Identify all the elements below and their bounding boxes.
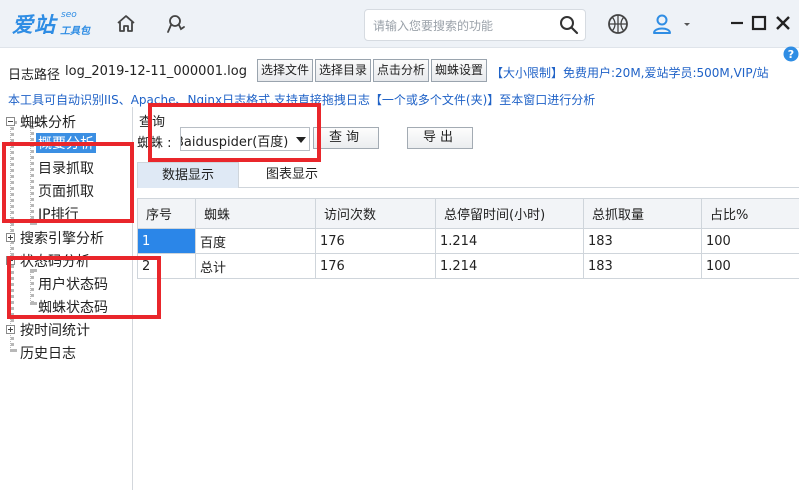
table-cell[interactable]: 1: [137, 228, 196, 254]
log-path-label: 日志路径: [8, 68, 61, 83]
user-icon[interactable]: [650, 12, 674, 36]
search-input[interactable]: [373, 16, 553, 36]
tree-item-time-statistics[interactable]: 按时间统计: [20, 320, 90, 340]
expand-toggle-icon[interactable]: [6, 325, 15, 334]
spider-select-value: Baiduspider(百度): [180, 135, 289, 150]
basketball-icon[interactable]: [606, 12, 630, 36]
tree-item-ip-ranking[interactable]: IP排行: [38, 204, 79, 224]
tree-item-search-engine-analysis[interactable]: 搜索引擎分析: [20, 228, 104, 248]
table-cell[interactable]: 176: [315, 253, 436, 279]
column-header[interactable]: 总抓取量: [583, 198, 702, 229]
tree-connector: [30, 269, 34, 305]
table-cell[interactable]: 百度: [195, 228, 316, 254]
table-cell[interactable]: 100: [701, 228, 799, 254]
help-icon[interactable]: ?: [783, 46, 799, 62]
select-directory-button[interactable]: 选择目录: [315, 59, 371, 82]
title-bar: 爱站 seo 工具包: [0, 0, 799, 48]
table-cell[interactable]: 1.214: [435, 253, 584, 279]
tree-item-spider-analysis[interactable]: 蜘蛛分析: [20, 112, 76, 132]
tree-connector: [30, 121, 34, 225]
spider-label: 蜘蛛 :: [137, 136, 172, 151]
logo-text: 爱站: [12, 13, 56, 37]
format-tip[interactable]: 本工具可自动识别IIS、Apache、Nginx日志格式,支持直接拖拽日志【一个…: [8, 91, 595, 108]
column-header[interactable]: 序号: [137, 198, 196, 229]
select-file-button[interactable]: 选择文件: [257, 59, 313, 82]
tree-item-history-log[interactable]: 历史日志: [20, 343, 76, 363]
dropdown-icon[interactable]: [680, 12, 694, 36]
tab-data-display[interactable]: 数据显示: [137, 162, 239, 188]
table-cell[interactable]: 100: [701, 253, 799, 279]
collapse-toggle-icon[interactable]: [6, 117, 15, 126]
spider-tool-icon[interactable]: [164, 12, 188, 36]
sidebar-tree: 蜘蛛分析 概要分析 目录抓取 页面抓取 IP排行 搜索引擎分析 状态码分析 用户…: [0, 107, 133, 490]
tree-item-status-code-analysis[interactable]: 状态码分析: [20, 251, 90, 271]
table-cell[interactable]: 2: [137, 253, 196, 279]
chevron-down-icon[interactable]: [296, 137, 306, 143]
table-cell[interactable]: 183: [583, 253, 702, 279]
view-tabs: 数据显示 图表显示: [137, 160, 799, 188]
spider-settings-button[interactable]: 蜘蛛设置: [431, 59, 487, 82]
table-row[interactable]: 2 总计 176 1.214 183 100: [137, 253, 799, 279]
column-header[interactable]: 蜘蛛: [195, 198, 316, 229]
table-cell[interactable]: 总计: [195, 253, 316, 279]
collapse-toggle-icon[interactable]: [6, 256, 15, 265]
tree-item-page-crawl[interactable]: 页面抓取: [38, 181, 94, 201]
svg-text:?: ?: [788, 48, 794, 61]
column-header[interactable]: 访问次数: [315, 198, 436, 229]
table-row[interactable]: 1 百度 176 1.214 183 100: [137, 228, 799, 254]
search-icon[interactable]: [559, 15, 579, 35]
table-cell[interactable]: 176: [315, 228, 436, 254]
home-icon[interactable]: [114, 12, 138, 36]
size-limit-info[interactable]: 【大小限制】免费用户:20M,爱站学员:500M,VIP/站: [491, 64, 769, 81]
query-group-title: 查询: [139, 115, 166, 130]
table-cell[interactable]: 183: [583, 228, 702, 254]
tree-item-user-status-code[interactable]: 用户状态码: [38, 274, 108, 294]
column-header[interactable]: 占比%: [701, 198, 799, 229]
expand-toggle-icon[interactable]: [6, 233, 15, 242]
tab-chart-display[interactable]: 图表显示: [247, 162, 337, 188]
export-button[interactable]: 导出: [407, 127, 473, 149]
query-button[interactable]: 查询: [313, 127, 379, 149]
logo-subtitle: 工具包: [60, 26, 90, 37]
close-icon[interactable]: [772, 12, 794, 34]
maximize-icon[interactable]: [748, 12, 770, 34]
table-cell[interactable]: 1.214: [435, 228, 584, 254]
table-header-row: 序号 蜘蛛 访问次数 总停留时间(小时) 总抓取量 占比%: [137, 198, 799, 229]
result-table: 序号 蜘蛛 访问次数 总停留时间(小时) 总抓取量 占比% 1 百度 176 1…: [137, 198, 799, 279]
logo-seo: seo: [61, 10, 77, 20]
search-box: [364, 9, 586, 41]
analyze-button[interactable]: 点击分析: [373, 59, 429, 82]
minimize-icon[interactable]: [726, 12, 748, 34]
column-header[interactable]: 总停留时间(小时): [435, 198, 584, 229]
spider-select[interactable]: Baiduspider(百度): [180, 127, 310, 151]
tree-item-spider-status-code[interactable]: 蜘蛛状态码: [38, 297, 108, 317]
log-path-value[interactable]: log_2019-12-11_000001.log: [65, 64, 247, 79]
tree-item-overview-analysis[interactable]: 概要分析: [36, 133, 96, 153]
tree-item-directory-crawl[interactable]: 目录抓取: [38, 158, 94, 178]
